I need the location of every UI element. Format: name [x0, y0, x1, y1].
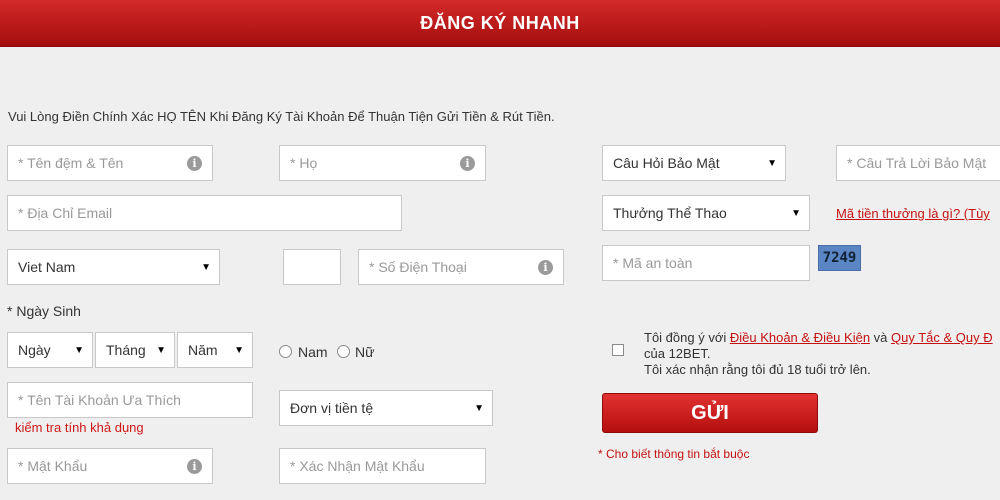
email-placeholder: * Địa Chỉ Email [18, 205, 113, 221]
security-answer-input[interactable]: * Câu Trả Lời Bảo Mật [836, 145, 1000, 181]
security-code-input[interactable]: * Mã an toàn [602, 245, 810, 281]
security-answer-placeholder: * Câu Trả Lời Bảo Mật [847, 155, 987, 171]
registration-notice: Vui Lòng Điền Chính Xác HỌ TÊN Khi Đăng … [8, 109, 555, 124]
year-value: Năm [188, 342, 218, 358]
chevron-down-icon: ▼ [74, 344, 84, 356]
terms-text: Tôi đồng ý với Điều Khoản & Điều Kiện và… [644, 330, 1000, 378]
last-name-input[interactable]: * Họ i [279, 145, 486, 181]
day-value: Ngày [18, 342, 51, 358]
gender-male-label: Nam [298, 344, 328, 360]
email-input[interactable]: * Địa Chỉ Email [7, 195, 402, 231]
terms-line-2: của 12BET. [644, 346, 711, 361]
terms-line-3: Tôi xác nhận rằng tôi đủ 18 tuổi trở lên… [644, 362, 871, 377]
phone-code-input[interactable] [283, 249, 341, 285]
day-select[interactable]: Ngày ▼ [7, 332, 93, 368]
security-question-value: Câu Hỏi Bảo Mật [613, 155, 720, 171]
submit-button[interactable]: GỬI [602, 393, 818, 433]
check-availability-link[interactable]: kiểm tra tính khả dụng [15, 420, 144, 435]
last-name-placeholder: * Họ [290, 155, 318, 171]
country-select[interactable]: Viet Nam ▼ [7, 249, 220, 285]
terms-checkbox[interactable] [612, 344, 624, 356]
bonus-select[interactable]: Thưởng Thể Thao ▼ [602, 195, 810, 231]
chevron-down-icon: ▼ [474, 402, 484, 414]
password-input[interactable]: * Mật Khẩu i [7, 448, 213, 484]
phone-placeholder: * Số Điện Thoại [369, 259, 467, 275]
first-name-input[interactable]: * Tên đệm & Tên i [7, 145, 213, 181]
password-placeholder: * Mật Khẩu [18, 458, 88, 474]
info-icon: i [187, 458, 202, 474]
security-question-select[interactable]: Câu Hỏi Bảo Mật ▼ [602, 145, 786, 181]
info-icon: i [538, 259, 553, 275]
required-note: * Cho biết thông tin bắt buộc [598, 447, 750, 461]
bonus-value: Thưởng Thể Thao [613, 205, 727, 221]
chevron-down-icon: ▼ [234, 344, 244, 356]
chevron-down-icon: ▼ [791, 207, 801, 219]
captcha-image: 7249 [818, 245, 861, 271]
country-value: Viet Nam [18, 259, 76, 275]
year-select[interactable]: Năm ▼ [177, 332, 253, 368]
terms-and: và [870, 330, 892, 345]
terms-conditions-link[interactable]: Điều Khoản & Điều Kiện [730, 330, 870, 345]
username-placeholder: * Tên Tài Khoản Ưa Thích [18, 392, 181, 408]
phone-input[interactable]: * Số Điện Thoại i [358, 249, 564, 285]
chevron-down-icon: ▼ [201, 261, 211, 273]
security-code-placeholder: * Mã an toàn [613, 255, 693, 271]
username-input[interactable]: * Tên Tài Khoản Ưa Thích [7, 382, 253, 418]
bonus-info-link[interactable]: Mã tiền thưởng là gì? (Tùy [836, 206, 990, 221]
gender-female-label: Nữ [355, 344, 375, 360]
month-value: Tháng [106, 342, 146, 358]
gender-female-radio[interactable] [337, 345, 350, 358]
chevron-down-icon: ▼ [156, 344, 166, 356]
month-select[interactable]: Tháng ▼ [95, 332, 175, 368]
confirm-password-placeholder: * Xác Nhận Mật Khẩu [290, 458, 425, 474]
info-icon: i [187, 155, 202, 171]
confirm-password-input[interactable]: * Xác Nhận Mật Khẩu [279, 448, 486, 484]
rules-link[interactable]: Quy Tắc & Quy Đ [891, 330, 993, 345]
page-title: ĐĂNG KÝ NHANH [420, 12, 580, 33]
info-icon: i [460, 155, 475, 171]
chevron-down-icon: ▼ [767, 157, 777, 169]
currency-select[interactable]: Đơn vị tiền tệ ▼ [279, 390, 493, 426]
gender-male-radio[interactable] [279, 345, 292, 358]
first-name-placeholder: * Tên đệm & Tên [18, 155, 124, 171]
page-header: ĐĂNG KÝ NHANH [0, 0, 1000, 47]
currency-value: Đơn vị tiền tệ [290, 400, 374, 416]
terms-prefix: Tôi đồng ý với [644, 330, 730, 345]
dob-label: * Ngày Sinh [7, 303, 81, 319]
